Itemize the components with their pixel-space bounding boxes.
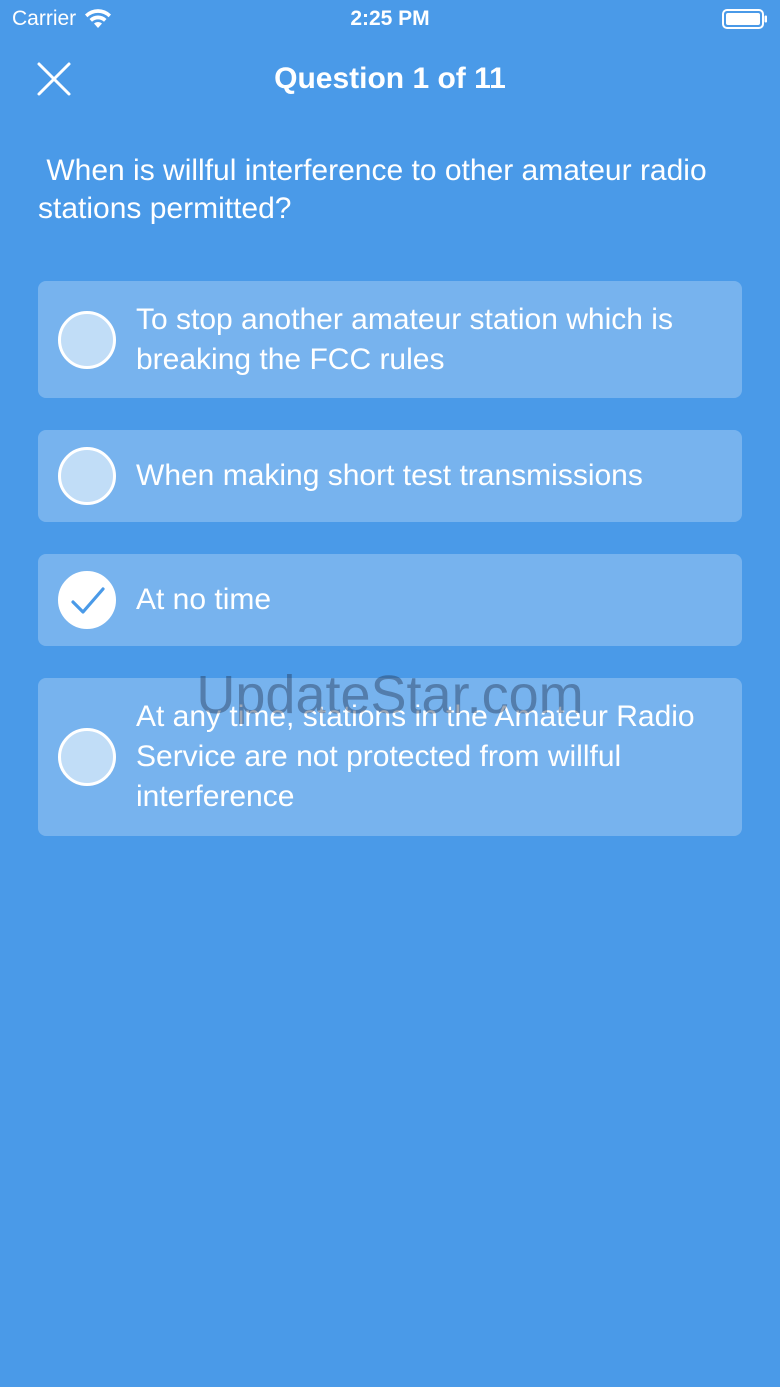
radio-unchecked-icon: [58, 447, 116, 505]
answer-label: At no time: [136, 583, 272, 616]
answer-option-3[interactable]: At no time: [38, 554, 742, 646]
status-time: 2:25 PM: [350, 7, 430, 30]
quiz-screen: Carrier 2:25 PM Question 1 of 11 When is…: [0, 0, 780, 1387]
radio-unchecked-icon: [58, 310, 116, 369]
answer-option-4[interactable]: At any time, stations in the Amateur Rad…: [38, 678, 742, 836]
answer-option-2[interactable]: When making short test transmissions: [38, 430, 742, 522]
answer-option-1[interactable]: To stop another amateur station which is…: [38, 281, 742, 398]
answer-label: When making short test transmissions: [136, 459, 643, 492]
status-bar: Carrier 2:25 PM: [0, 0, 780, 40]
battery-icon: [722, 9, 767, 29]
answer-label: To stop another amateur station which is…: [136, 302, 673, 376]
radio-unchecked-icon: [58, 728, 116, 786]
question-text: When is willful interference to other am…: [38, 154, 715, 225]
answer-label: At any time, stations in the Amateur Rad…: [136, 700, 695, 813]
page-title: Question 1 of 11: [274, 62, 506, 95]
checkmark-icon: [58, 571, 116, 629]
